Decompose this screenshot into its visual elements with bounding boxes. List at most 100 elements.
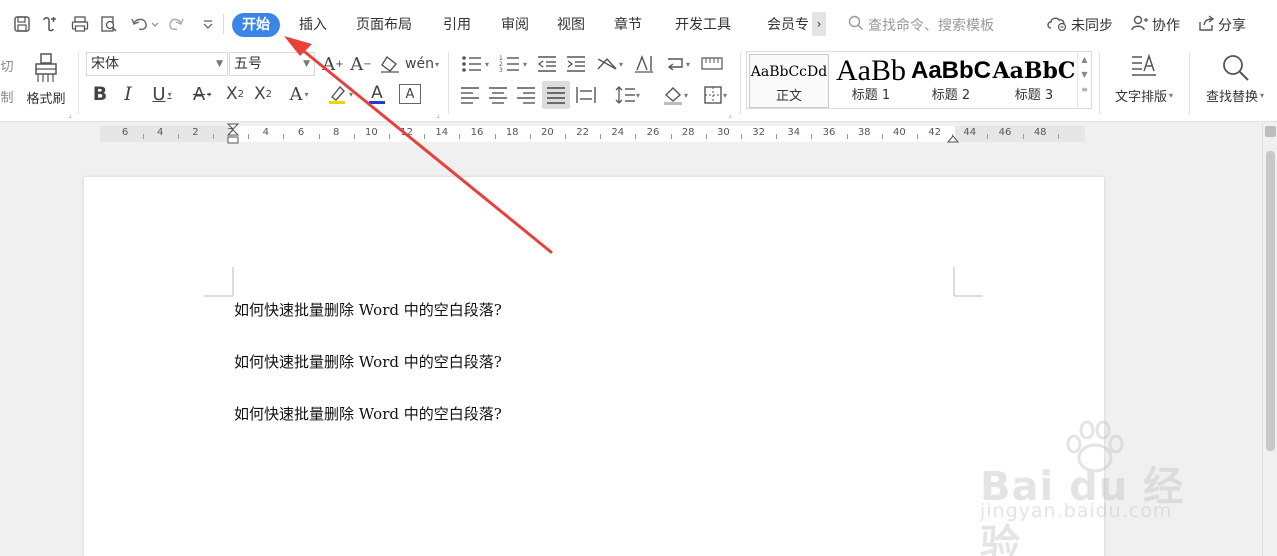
style-heading-3[interactable]: AaBbC 标题 3 <box>992 54 1076 108</box>
text-effect-icon[interactable]: A ▾ <box>282 82 316 106</box>
pinyin-guide-icon[interactable]: wén ▾ <box>405 53 439 75</box>
align-right-icon[interactable] <box>514 83 538 107</box>
tab-member[interactable]: 会员专 <box>765 13 811 37</box>
gallery-expand-icon[interactable]: ≡ <box>1078 85 1091 94</box>
tab-sections[interactable]: 章节 <box>612 13 644 37</box>
chevron-down-icon[interactable]: ▼ <box>1078 70 1091 79</box>
tab-developer[interactable]: 开发工具 <box>673 13 733 37</box>
borders-icon[interactable]: ▾ <box>698 83 732 107</box>
font-color-icon[interactable]: A <box>362 82 392 106</box>
text-direction-icon[interactable] <box>632 53 656 75</box>
line-spacing-icon[interactable]: ▾ <box>610 83 644 107</box>
document-page[interactable]: 如何快速批量删除 Word 中的空白段落? 如何快速批量删除 Word 中的空白… <box>84 177 1104 556</box>
style-heading-1[interactable]: AaBb 标题 1 <box>831 54 911 108</box>
share-button[interactable]: 分享 <box>1197 13 1246 37</box>
superscript-icon[interactable]: X2 <box>223 82 247 106</box>
document-paragraph[interactable]: 如何快速批量删除 Word 中的空白段落? <box>234 299 502 320</box>
highlight-icon[interactable]: ▾ <box>322 82 358 106</box>
font-size-select[interactable]: 五号 ▼ <box>229 52 315 76</box>
chinese-layout-icon[interactable]: ▾ <box>592 53 626 75</box>
search-placeholder: 查找命令、搜索模板 <box>868 18 994 34</box>
shrink-font-icon[interactable]: A − <box>350 53 372 75</box>
tab-page-layout[interactable]: 页面布局 <box>354 13 414 37</box>
ruler-tick-mark <box>881 134 883 139</box>
customize-icon[interactable] <box>198 14 218 34</box>
tab-more-button[interactable]: › <box>812 12 826 36</box>
document-paragraph[interactable]: 如何快速批量删除 Word 中的空白段落? <box>234 403 502 424</box>
ruler-tick-mark <box>424 134 426 139</box>
character-border-icon[interactable]: A <box>399 84 421 104</box>
cut-label-partial[interactable]: 切 <box>0 56 14 75</box>
style-name: 标题 2 <box>931 88 971 103</box>
distributed-align-icon[interactable] <box>574 83 598 107</box>
tab-review[interactable]: 审阅 <box>499 13 531 37</box>
style-heading-2[interactable]: AaBbC 标题 2 <box>911 54 991 108</box>
tab-references[interactable]: 引用 <box>441 13 473 37</box>
ruler-tick-mark <box>283 134 285 139</box>
find-replace-button[interactable]: 查找替换 ▾ <box>1197 52 1273 105</box>
tab-insert[interactable]: 插入 <box>297 13 329 37</box>
open-icon[interactable] <box>40 14 60 34</box>
subscript-icon[interactable]: X2 <box>251 82 275 106</box>
format-painter-button[interactable]: 格式刷 <box>22 52 70 107</box>
style-name: 正文 <box>775 89 802 104</box>
line-break-icon[interactable]: ▾ <box>660 53 694 75</box>
tab-home[interactable]: 开始 <box>232 13 280 37</box>
decrease-indent-icon[interactable] <box>535 53 559 75</box>
sync-status-button[interactable]: 未同步 <box>1046 13 1113 37</box>
print-icon[interactable] <box>70 14 90 34</box>
chevron-up-icon[interactable]: ▲ <box>1078 55 1091 64</box>
tab-view[interactable]: 视图 <box>555 13 587 37</box>
dialog-launcher-icon[interactable]: ⌟ <box>436 110 440 119</box>
baidu-jingyan-watermark: Bai du 经验 jingyan.baidu.com <box>980 420 1220 556</box>
underline-icon[interactable]: U ▾ <box>145 82 179 106</box>
save-icon[interactable] <box>12 14 32 34</box>
scrollbar-thumb[interactable] <box>1266 151 1275 451</box>
ruler-tick-label: 44 <box>963 127 977 138</box>
indent-marker-icon[interactable] <box>226 123 240 145</box>
dialog-launcher-icon[interactable]: ⌟ <box>728 110 732 119</box>
shading-icon[interactable]: ▾ <box>658 83 692 107</box>
strikethrough-icon[interactable]: A ▾ <box>185 82 219 106</box>
align-center-icon[interactable] <box>486 83 510 107</box>
align-left-icon[interactable] <box>458 83 482 107</box>
chevron-down-icon: ▾ <box>1260 91 1265 100</box>
tab-stops-icon[interactable] <box>700 53 724 75</box>
horizontal-ruler[interactable]: 6422468101214161820222426283032343638404… <box>0 123 1277 145</box>
style-name: 标题 1 <box>851 88 891 103</box>
ribbon-divider <box>740 52 741 114</box>
bold-icon[interactable]: B <box>89 82 111 106</box>
ribbon-divider <box>448 52 449 114</box>
font-family-select[interactable]: 宋体 ▼ <box>86 52 228 76</box>
gallery-scroll[interactable]: ▲ ▼ ≡ <box>1077 52 1091 108</box>
collaborate-button[interactable]: 协作 <box>1131 13 1180 37</box>
increase-indent-icon[interactable] <box>564 53 588 75</box>
search-icon <box>848 15 864 35</box>
dialog-launcher-icon[interactable]: ⌟ <box>68 110 72 119</box>
ruler-tick-label: 32 <box>752 127 765 138</box>
grow-font-icon[interactable]: A + <box>322 53 344 75</box>
ruler-tick-mark <box>776 134 778 139</box>
clear-format-icon[interactable] <box>378 53 402 75</box>
document-paragraph[interactable]: 如何快速批量删除 Word 中的空白段落? <box>234 351 502 372</box>
text-layout-button[interactable]: 文字排版 ▾ <box>1106 52 1182 105</box>
redo-icon[interactable] <box>166 14 186 34</box>
right-indent-marker-icon[interactable] <box>946 129 960 143</box>
vertical-scrollbar[interactable] <box>1262 123 1277 556</box>
italic-icon[interactable]: I <box>117 82 139 106</box>
style-normal[interactable]: AaBbCcDd 正文 <box>749 54 829 108</box>
command-search[interactable]: 查找命令、搜索模板 <box>848 13 994 37</box>
undo-icon[interactable] <box>130 14 160 34</box>
copy-label-partial[interactable]: 制 <box>0 87 14 106</box>
bullet-list-icon[interactable]: ▾ <box>458 53 492 75</box>
text-layout-label: 文字排版 <box>1114 90 1167 105</box>
justify-icon[interactable] <box>542 81 570 109</box>
scroll-top-icon[interactable] <box>1265 126 1276 137</box>
styles-gallery: AaBbCcDd 正文 AaBb 标题 1 AaBbC 标题 2 AaBbC 标… <box>746 51 1092 109</box>
numbered-list-icon[interactable]: 1 2 3 ▾ <box>496 53 530 75</box>
print-preview-icon[interactable] <box>99 14 119 34</box>
sync-label: 未同步 <box>1071 18 1113 34</box>
svg-text:3: 3 <box>499 67 503 73</box>
menu-bar: 开始 插入 页面布局 引用 审阅 视图 章节 开发工具 会员专 › 查找命令、搜… <box>0 0 1277 48</box>
ruler-tick-mark <box>1057 134 1059 139</box>
